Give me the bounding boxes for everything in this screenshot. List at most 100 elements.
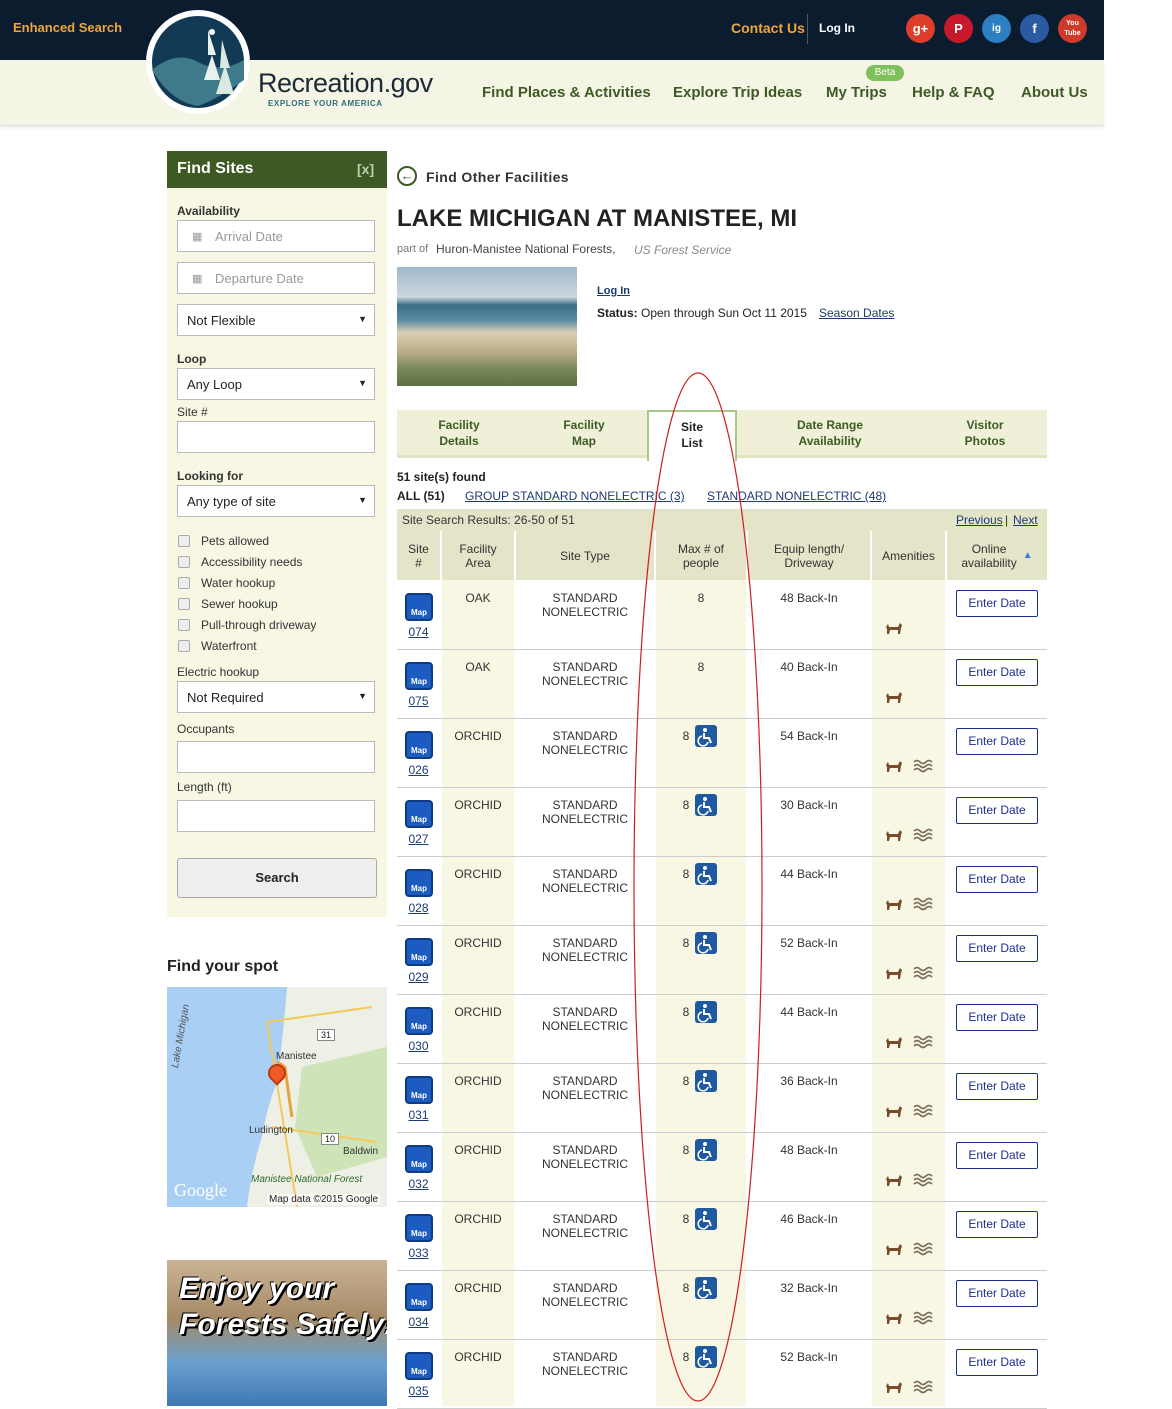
facility-login-link[interactable]: Log In — [597, 285, 630, 297]
facility-photo[interactable] — [397, 267, 577, 386]
tab-date-range[interactable]: Date Range Availability — [777, 410, 883, 458]
flexible-select[interactable]: Not Flexible ▼ — [177, 304, 375, 336]
sort-ascending-icon[interactable]: ▲ — [1023, 549, 1033, 563]
pets-allowed-icon — [886, 761, 902, 772]
nav-help-faq[interactable]: Help & FAQ — [912, 84, 995, 101]
length-input[interactable] — [177, 800, 375, 832]
map-site-icon[interactable]: Map — [405, 593, 433, 621]
col-facility-area[interactable]: Facility Area — [442, 531, 514, 580]
map-icon-label: Map — [411, 677, 427, 686]
site-number-link[interactable]: 027 — [397, 832, 440, 846]
enter-date-button[interactable]: Enter Date — [956, 1004, 1038, 1031]
site-number-link[interactable]: 029 — [397, 970, 440, 984]
tab-label: Map — [572, 434, 596, 448]
youtube-icon[interactable]: You Tube — [1058, 14, 1087, 43]
site-type-select[interactable]: Any type of site ▼ — [177, 485, 375, 517]
google-plus-icon[interactable]: g+ — [906, 14, 935, 43]
col-label: Equip length/ — [773, 541, 845, 556]
enter-date-button[interactable]: Enter Date — [956, 728, 1038, 755]
close-panel-button[interactable]: [x] — [357, 161, 374, 177]
enter-date-button[interactable]: Enter Date — [956, 659, 1038, 686]
site-number-link[interactable]: 032 — [397, 1177, 440, 1191]
col-label: Online — [971, 541, 1007, 556]
site-number-link[interactable]: 074 — [397, 625, 440, 639]
site-logo[interactable] — [146, 10, 250, 114]
site-number-link[interactable]: 026 — [397, 763, 440, 777]
next-link[interactable]: Next — [1013, 513, 1038, 527]
col-label: Area — [465, 555, 491, 570]
nav-find-places[interactable]: Find Places & Activities — [482, 84, 651, 101]
site-number-input[interactable] — [177, 421, 375, 453]
pets-checkbox[interactable] — [178, 535, 190, 547]
enter-date-button[interactable]: Enter Date — [956, 1073, 1038, 1100]
logo-title[interactable]: Recreation.gov — [258, 68, 433, 99]
electric-select[interactable]: Not Required ▼ — [177, 681, 375, 713]
map-site-icon[interactable]: Map — [405, 1214, 433, 1242]
enter-date-button[interactable]: Enter Date — [956, 1349, 1038, 1376]
map-site-icon[interactable]: Map — [405, 1076, 433, 1104]
season-dates-link[interactable]: Season Dates — [819, 306, 894, 320]
calendar-icon: ▦ — [192, 231, 203, 243]
site-type-value: Any type of site — [187, 494, 276, 509]
col-site[interactable]: Site # — [397, 531, 440, 580]
tab-facility-details[interactable]: Facility Details — [417, 410, 501, 458]
map-label-manistee: Manistee — [276, 1051, 317, 1062]
enter-date-button[interactable]: Enter Date — [956, 797, 1038, 824]
safety-promo-banner[interactable]: Enjoy your Forests Safely! — [167, 1260, 387, 1406]
site-number-link[interactable]: 031 — [397, 1108, 440, 1122]
site-number-link[interactable]: 035 — [397, 1384, 440, 1398]
map-site-icon[interactable]: Map — [405, 869, 433, 897]
site-number-link[interactable]: 034 — [397, 1315, 440, 1329]
map-site-icon[interactable]: Map — [405, 800, 433, 828]
enter-date-button[interactable]: Enter Date — [956, 866, 1038, 893]
map-site-icon[interactable]: Map — [405, 1145, 433, 1173]
map-site-icon[interactable]: Map — [405, 1283, 433, 1311]
sewer-label: Sewer hookup — [201, 597, 278, 611]
site-number-link[interactable]: 028 — [397, 901, 440, 915]
enter-date-button[interactable]: Enter Date — [956, 590, 1038, 617]
back-arrow-icon[interactable]: ← — [397, 166, 417, 186]
facebook-icon[interactable]: f — [1020, 14, 1049, 43]
area-map[interactable]: Lake Michigan Manistee Ludington Baldwin… — [167, 987, 387, 1207]
sewer-checkbox[interactable] — [178, 598, 190, 610]
enter-date-button[interactable]: Enter Date — [956, 1280, 1038, 1307]
nav-my-trips[interactable]: My Trips — [826, 84, 887, 101]
map-site-icon[interactable]: Map — [405, 662, 433, 690]
enter-date-button[interactable]: Enter Date — [956, 1142, 1038, 1169]
site-number-link[interactable]: 075 — [397, 694, 440, 708]
water-checkbox[interactable] — [178, 577, 190, 589]
find-other-facilities-link[interactable]: Find Other Facilities — [426, 169, 569, 185]
tab-facility-map[interactable]: Facility Map — [542, 410, 626, 458]
site-number-link[interactable]: 030 — [397, 1039, 440, 1053]
map-site-icon[interactable]: Map — [405, 938, 433, 966]
map-site-icon[interactable]: Map — [405, 1352, 433, 1380]
col-amenities[interactable]: Amenities — [872, 531, 945, 580]
accessibility-checkbox[interactable] — [178, 556, 190, 568]
search-button[interactable]: Search — [177, 858, 377, 898]
pinterest-icon[interactable]: P — [944, 14, 973, 43]
filter-all[interactable]: ALL (51) — [397, 489, 445, 503]
map-site-icon[interactable]: Map — [405, 1007, 433, 1035]
loop-select[interactable]: Any Loop ▼ — [177, 368, 375, 400]
occupants-input[interactable] — [177, 741, 375, 773]
map-site-icon[interactable]: Map — [405, 731, 433, 759]
enhanced-search-link[interactable]: Enhanced Search — [13, 20, 122, 35]
nav-explore-trips[interactable]: Explore Trip Ideas — [673, 84, 802, 101]
nav-about-us[interactable]: About Us — [1021, 84, 1088, 101]
departure-date-input[interactable]: ▦ Departure Date — [177, 262, 375, 294]
previous-link[interactable]: Previous — [956, 513, 1003, 527]
login-link[interactable]: Log In — [819, 21, 855, 35]
enter-date-button[interactable]: Enter Date — [956, 935, 1038, 962]
pull-through-checkbox[interactable] — [178, 619, 190, 631]
col-label: availability — [961, 555, 1017, 570]
arrival-date-input[interactable]: ▦ Arrival Date — [177, 220, 375, 252]
forest-link[interactable]: Huron-Manistee National Forests, — [436, 242, 615, 256]
instagram-icon[interactable]: ig — [982, 14, 1011, 43]
pets-allowed-icon — [886, 899, 902, 910]
site-number-link[interactable]: 033 — [397, 1246, 440, 1260]
contact-us-link[interactable]: Contact Us — [731, 20, 805, 36]
col-online-availability[interactable]: Online availability ▲ — [947, 531, 1047, 580]
waterfront-checkbox[interactable] — [178, 640, 190, 652]
tab-visitor-photos[interactable]: Visitor Photos — [942, 410, 1028, 458]
enter-date-button[interactable]: Enter Date — [956, 1211, 1038, 1238]
